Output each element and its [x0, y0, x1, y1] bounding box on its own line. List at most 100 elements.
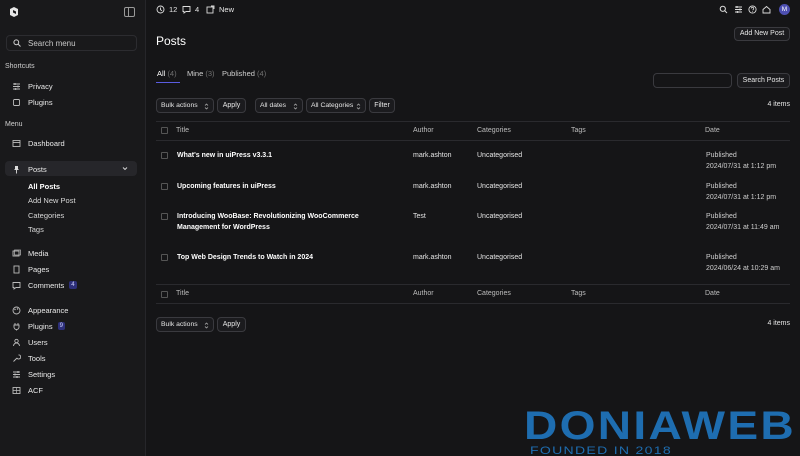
sidebar-item-media[interactable]: Media: [12, 247, 48, 259]
sidebar-item-pages[interactable]: Pages: [12, 263, 49, 275]
help-icon[interactable]: [748, 5, 757, 14]
sidebar-item-acf-label: ACF: [28, 385, 43, 395]
sidebar-item-dashboard[interactable]: Dashboard: [12, 137, 65, 149]
post-author-link[interactable]: mark.ashton: [413, 150, 452, 161]
sidebar-item-pages-label: Pages: [28, 264, 50, 274]
sidebar-item-settings[interactable]: Settings: [12, 368, 55, 380]
column-categories: Categories: [477, 127, 511, 134]
row-checkbox[interactable]: [161, 254, 168, 261]
items-count-bottom: 4 items: [767, 320, 790, 327]
search-icon[interactable]: [719, 5, 728, 14]
plugin-icon: [12, 98, 21, 107]
select-all-checkbox-footer[interactable]: [161, 291, 168, 298]
search-menu-input[interactable]: Search menu: [6, 35, 137, 51]
view-published[interactable]: Published (4): [222, 69, 266, 78]
comments-indicator[interactable]: 4: [182, 5, 199, 14]
post-title-link[interactable]: Upcoming features in uiPress: [177, 181, 276, 192]
post-author-link[interactable]: Test: [413, 211, 426, 222]
bulk-actions-select-bottom[interactable]: Bulk actions: [156, 317, 214, 332]
post-category-link[interactable]: Uncategorised: [477, 150, 522, 161]
row-checkbox[interactable]: [161, 152, 168, 159]
settings-sliders-icon[interactable]: [734, 5, 743, 14]
shortcuts-heading: Shortcuts: [5, 63, 35, 70]
column-date[interactable]: Date: [705, 127, 720, 134]
post-title-link-line2[interactable]: Management for WordPress: [177, 222, 270, 233]
apply-button-bottom[interactable]: Apply: [217, 317, 246, 332]
items-count-top: 4 items: [767, 101, 790, 108]
view-mine[interactable]: Mine (3): [187, 69, 215, 78]
row-checkbox[interactable]: [161, 213, 168, 220]
row-checkbox[interactable]: [161, 183, 168, 190]
sidebar-sub-categories[interactable]: Categories: [28, 211, 64, 220]
pin-icon: [12, 165, 21, 174]
post-category-link[interactable]: Uncategorised: [477, 211, 522, 222]
table-divider: [156, 121, 790, 122]
sliders-icon: [12, 82, 21, 91]
post-status: Published: [706, 254, 737, 261]
categories-select[interactable]: All Categories: [306, 98, 366, 113]
column-title-footer[interactable]: Title: [176, 290, 189, 297]
sidebar-item-dashboard-label: Dashboard: [28, 138, 65, 148]
add-new-post-button[interactable]: Add New Post: [734, 27, 790, 41]
shortcut-privacy[interactable]: Privacy: [12, 80, 53, 92]
active-view-underline: [156, 82, 180, 83]
bulk-actions-select[interactable]: Bulk actions: [156, 98, 214, 113]
sidebar-collapse-icon[interactable]: [124, 7, 135, 17]
svg-text:DONIAWEB: DONIAWEB: [524, 404, 796, 448]
chevron-down-icon[interactable]: [122, 166, 128, 171]
column-title[interactable]: Title: [176, 127, 189, 134]
doniaweb-watermark-logo: DONIAWEB FOUNDED IN 2018: [524, 404, 796, 456]
sidebar-item-media-label: Media: [28, 248, 49, 258]
sidebar-item-comments[interactable]: Comments 4: [12, 279, 77, 291]
filter-button[interactable]: Filter: [369, 98, 395, 113]
search-posts-button[interactable]: Search Posts: [737, 73, 790, 88]
wrench-icon: [12, 354, 21, 363]
post-category-link[interactable]: Uncategorised: [477, 252, 522, 263]
select-all-checkbox[interactable]: [161, 127, 168, 134]
view-all-count: (4): [167, 69, 177, 78]
post-search-input[interactable]: [653, 73, 732, 88]
sidebar-item-posts[interactable]: Posts: [12, 163, 47, 175]
post-title-link[interactable]: What's new in uiPress v3.3.1: [177, 150, 272, 161]
sidebar-item-settings-label: Settings: [28, 369, 56, 379]
uipress-logo-icon[interactable]: [8, 6, 20, 18]
sidebar-item-users[interactable]: Users: [12, 336, 48, 348]
sidebar-sub-tags[interactable]: Tags: [28, 225, 44, 234]
media-icon: [12, 249, 21, 258]
view-all[interactable]: All (4): [157, 69, 177, 78]
sidebar-item-plugins[interactable]: Plugins 9: [12, 320, 65, 332]
dates-select[interactable]: All dates: [255, 98, 303, 113]
home-icon[interactable]: [762, 5, 771, 14]
sidebar-item-appearance[interactable]: Appearance: [12, 304, 68, 316]
sidebar-item-tools[interactable]: Tools: [12, 352, 46, 364]
shortcut-plugins[interactable]: Plugins: [12, 96, 53, 108]
column-categories-footer: Categories: [477, 290, 511, 297]
post-author-link[interactable]: mark.ashton: [413, 252, 452, 263]
sidebar-item-acf[interactable]: ACF: [12, 384, 43, 396]
sidebar-sub-add-new-post[interactable]: Add New Post: [28, 196, 76, 205]
table-divider: [156, 303, 790, 304]
post-title-link[interactable]: Introducing WooBase: Revolutionizing Woo…: [177, 211, 359, 222]
column-tags-footer: Tags: [571, 290, 586, 297]
svg-text:FOUNDED IN 2018: FOUNDED IN 2018: [530, 445, 672, 456]
post-status: Published: [706, 213, 737, 220]
shortcut-privacy-label: Privacy: [28, 81, 53, 91]
updates-indicator[interactable]: 12: [156, 5, 177, 14]
post-category-link[interactable]: Uncategorised: [477, 181, 522, 192]
column-date-footer[interactable]: Date: [705, 290, 720, 297]
new-content-button[interactable]: New: [206, 5, 234, 14]
post-author-link[interactable]: mark.ashton: [413, 181, 452, 192]
menu-heading: Menu: [5, 121, 23, 128]
apply-button[interactable]: Apply: [217, 98, 246, 113]
clock-icon: [156, 5, 165, 14]
comment-icon: [12, 281, 21, 290]
plugins-count-badge: 9: [57, 322, 65, 330]
acf-icon: [12, 386, 21, 395]
top-bar: [146, 0, 800, 20]
column-author-footer: Author: [413, 290, 434, 297]
user-avatar[interactable]: M: [779, 4, 790, 15]
categories-value: All Categories: [311, 102, 354, 109]
sidebar-sub-all-posts[interactable]: All Posts: [28, 182, 60, 191]
post-title-link[interactable]: Top Web Design Trends to Watch in 2024: [177, 252, 313, 263]
table-divider: [156, 140, 790, 141]
